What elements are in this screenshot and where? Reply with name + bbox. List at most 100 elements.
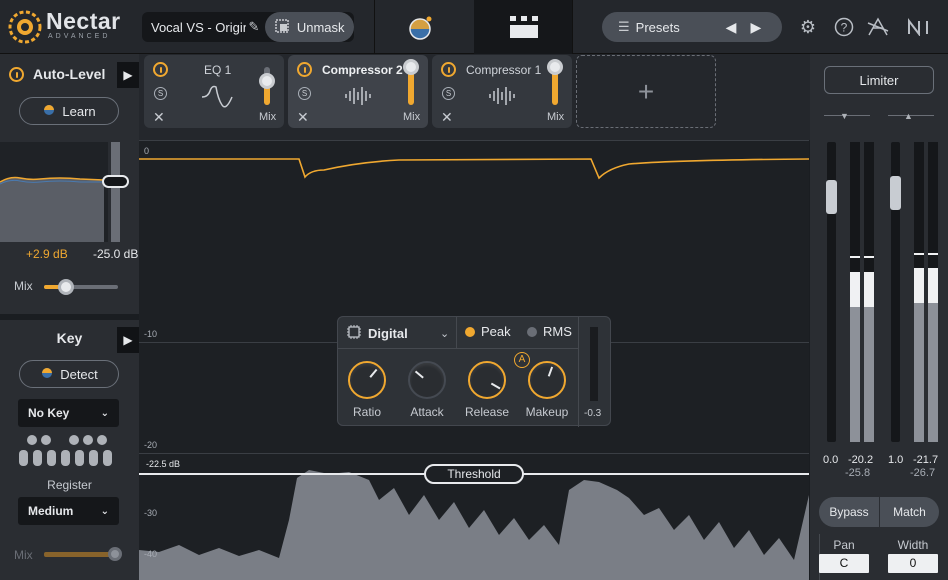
solo-icon[interactable]: S: [154, 87, 167, 100]
expand-arrow-icon[interactable]: ▶: [117, 62, 139, 88]
add-module-slot[interactable]: +: [576, 55, 716, 128]
grid-line: [139, 453, 809, 454]
mix-fader-handle[interactable]: [403, 59, 419, 75]
orb-icon: [42, 103, 56, 120]
gain-reduction-value: -0.3: [584, 408, 602, 419]
power-icon[interactable]: [441, 62, 456, 77]
divider: [338, 348, 578, 349]
output-gain-handle[interactable]: [890, 176, 901, 210]
prev-arrow-icon[interactable]: ◀: [726, 19, 737, 36]
rms-radio[interactable]: RMS: [527, 324, 572, 339]
module-compressor-1[interactable]: S ✕ Compressor 1 Mix: [432, 55, 572, 128]
pencil-icon[interactable]: ✎: [249, 19, 260, 35]
grid-label: -40: [144, 549, 158, 559]
detect-label: Detect: [60, 366, 98, 382]
output-meter-right: [928, 142, 938, 442]
solo-icon[interactable]: S: [298, 87, 311, 100]
mix-fader-handle[interactable]: [259, 73, 275, 89]
key-select[interactable]: No Key ⌄: [18, 399, 119, 427]
presets-button[interactable]: Presets: [636, 20, 722, 35]
pan-field[interactable]: C: [819, 554, 869, 573]
mode-select[interactable]: Digital ⌄: [346, 322, 449, 344]
expand-arrow-icon[interactable]: ▶: [117, 327, 139, 353]
close-icon[interactable]: ✕: [441, 109, 453, 126]
makeup-control[interactable]: Makeup: [517, 361, 577, 419]
grid-label: -10: [144, 329, 158, 339]
ratio-control[interactable]: Ratio: [337, 361, 397, 419]
gain-reduction-meter: [590, 327, 598, 401]
waveform-icon: [344, 85, 372, 110]
register-label: Register: [47, 478, 92, 492]
close-icon[interactable]: ✕: [297, 109, 309, 126]
makeup-knob[interactable]: [528, 361, 566, 399]
release-knob[interactable]: [468, 361, 506, 399]
orb-icon: [40, 366, 54, 383]
gear-icon[interactable]: ⚙: [795, 14, 821, 40]
chevron-down-icon: ⌄: [440, 327, 450, 340]
module-title: EQ 1: [204, 63, 232, 77]
mix-slider-handle[interactable]: [58, 279, 74, 295]
threshold-handle[interactable]: Threshold: [424, 464, 524, 484]
input-meter-left: [850, 142, 860, 442]
auto-makeup-badge[interactable]: A: [514, 352, 530, 368]
next-arrow-icon[interactable]: ▶: [750, 19, 761, 36]
match-button[interactable]: Match: [880, 505, 939, 519]
down-triangle-icon: ▼: [840, 111, 849, 121]
width-field[interactable]: 0: [888, 554, 938, 573]
output-rms-value: -26.7: [910, 467, 936, 479]
mix-label: Mix: [547, 111, 565, 123]
ni-icon[interactable]: [907, 14, 933, 40]
attack-label: Attack: [410, 405, 444, 419]
attack-knob[interactable]: [408, 361, 446, 399]
presets-bar[interactable]: ☰ Presets ◀ ▶: [602, 12, 782, 42]
attack-control[interactable]: Attack: [397, 361, 457, 419]
izotope-icon[interactable]: [865, 14, 891, 40]
release-control[interactable]: Release: [457, 361, 517, 419]
power-icon[interactable]: [9, 67, 24, 82]
grid-label: -20: [144, 440, 158, 450]
key-mix-slider-track[interactable]: [44, 552, 118, 557]
pan-label: Pan: [833, 538, 855, 552]
peak-radio[interactable]: Peak: [465, 324, 511, 339]
radio-off-icon: [527, 326, 537, 337]
grid-view-icon: [510, 16, 538, 41]
mix-label: Mix: [14, 279, 33, 293]
target-slider-track[interactable]: [111, 142, 120, 242]
divider: [572, 0, 573, 54]
input-gain-handle[interactable]: [826, 180, 837, 214]
threshold-value: -22.5 dB: [146, 459, 181, 469]
unmask-label: Unmask: [296, 19, 345, 35]
solo-icon[interactable]: S: [442, 87, 455, 100]
unmask-button[interactable]: Unmask: [265, 12, 354, 42]
close-icon[interactable]: ✕: [153, 109, 165, 126]
preset-name-field[interactable]: Vocal VS - Origin ✎ Unmask: [142, 12, 354, 42]
module-eq-1[interactable]: S ✕ EQ 1 Mix: [144, 55, 284, 128]
unmask-icon: [275, 18, 289, 36]
target-slider-handle[interactable]: [102, 175, 129, 188]
power-icon[interactable]: [153, 62, 168, 77]
bypass-button[interactable]: Bypass: [819, 505, 879, 519]
auto-level-graph: [0, 142, 108, 242]
mix-label: Mix: [259, 111, 277, 123]
module-title: Compressor 1: [466, 63, 542, 77]
orb-icon[interactable]: [405, 12, 437, 44]
register-select[interactable]: Medium ⌄: [18, 497, 119, 525]
ratio-knob[interactable]: [348, 361, 386, 399]
input-rms-value: -25.8: [845, 467, 871, 479]
module-compressor-2[interactable]: S ✕ Compressor 2 Mix: [288, 55, 428, 128]
mix-fader-handle[interactable]: [547, 59, 563, 75]
divider: [374, 0, 375, 54]
power-icon[interactable]: [297, 62, 312, 77]
input-peak-value: -20.2: [848, 454, 874, 466]
logo-subtitle: ADVANCED: [48, 33, 111, 40]
auto-level-panel: Auto-Level ▶ Learn +2.9 dB -25.0 dB Mix: [0, 54, 139, 314]
detect-button[interactable]: Detect: [19, 360, 119, 388]
chevron-down-icon: ⌄: [100, 505, 109, 517]
limiter-button[interactable]: Limiter: [824, 66, 934, 94]
ratio-label: Ratio: [352, 405, 381, 419]
output-meter-left: [914, 142, 924, 442]
help-icon[interactable]: ?: [831, 14, 857, 40]
learn-button[interactable]: Learn: [19, 97, 119, 125]
grid-view-tab[interactable]: [474, 0, 572, 54]
key-mix-slider-handle[interactable]: [108, 547, 122, 561]
